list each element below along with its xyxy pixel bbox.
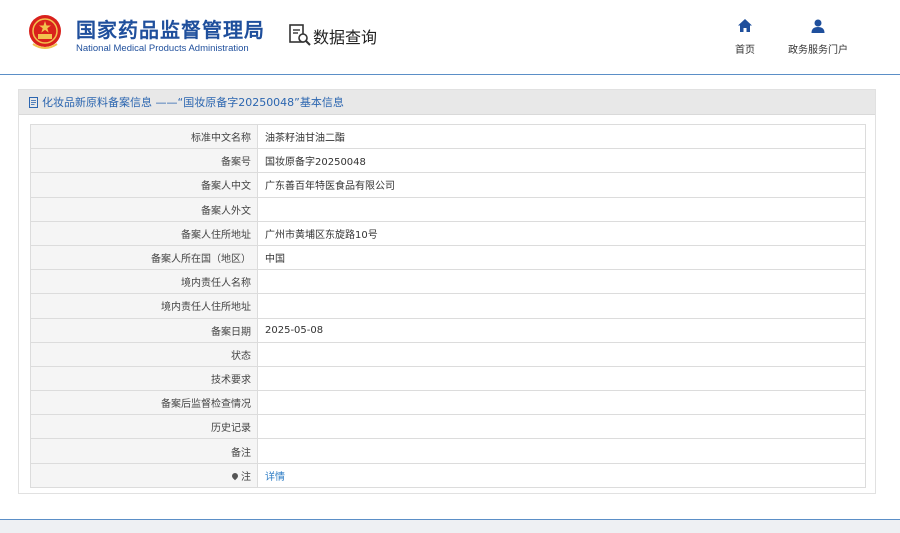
details-link[interactable]: 详情 — [265, 472, 285, 483]
note-label: 注 — [241, 471, 251, 483]
site-header: 国家药品监督管理局 National Medical Products Admi… — [0, 0, 900, 75]
table-row: 状态 — [30, 341, 866, 367]
nav-portal-label: 政务服务门户 — [788, 45, 848, 56]
row-label: 历史记录 — [30, 414, 258, 440]
row-label: 境内责任人名称 — [30, 269, 258, 295]
table-row: 备案人外文 — [30, 196, 866, 222]
row-label: 备案后监督检查情况 — [30, 390, 258, 416]
row-value — [257, 196, 866, 222]
note-row: 注 详情 — [30, 462, 866, 488]
document-search-icon — [289, 24, 311, 46]
row-value — [257, 438, 866, 464]
row-value: 油茶籽油甘油二酯 — [257, 123, 866, 150]
row-label: 备案人中文 — [30, 172, 258, 198]
table-row: 技术要求 — [30, 365, 866, 392]
row-value: 2025-05-08 — [257, 317, 866, 343]
row-label: 备案人所在国（地区） — [30, 244, 258, 271]
panel-title: 化妆品新原料备案信息 ——“国妆原备字20250048”基本信息 — [42, 96, 344, 109]
row-value: 中国 — [257, 244, 866, 271]
row-label: 备案号 — [30, 148, 258, 174]
row-label: 备案人住所地址 — [30, 220, 258, 246]
nav-home-link[interactable]: 首页 — [730, 18, 760, 57]
national-emblem-icon — [29, 15, 61, 49]
user-icon — [811, 19, 825, 33]
row-label: 境内责任人住所地址 — [30, 293, 258, 319]
footer-strip — [0, 519, 900, 533]
row-label: 状态 — [30, 341, 258, 367]
row-value — [257, 365, 866, 392]
table-row: 历史记录 — [30, 414, 866, 440]
row-label: 备案人外文 — [30, 196, 258, 222]
table-row: 备案后监督检查情况 — [30, 390, 866, 416]
document-icon — [29, 96, 38, 108]
table-row: 备案人住所地址 广州市黄埔区东旋路10号 — [30, 220, 866, 246]
row-value — [257, 293, 866, 319]
table-row: 备案号 国妆原备字20250048 — [30, 148, 866, 174]
table-row: 备案日期 2025-05-08 — [30, 317, 866, 343]
record-panel: 化妆品新原料备案信息 ——“国妆原备字20250048”基本信息 标准中文名称油… — [18, 89, 876, 494]
table-row: 备案人中文 广东善百年特医食品有限公司 — [30, 172, 866, 198]
home-icon — [738, 19, 752, 32]
row-label: 备案日期 — [30, 317, 258, 343]
table-row: 境内责任人住所地址 — [30, 293, 866, 319]
nav-home-label: 首页 — [735, 45, 755, 56]
nav-portal-link[interactable]: 政务服务门户 — [780, 18, 856, 57]
row-value — [257, 390, 866, 416]
note-value-cell: 详情 — [257, 462, 866, 488]
row-label: 备注 — [30, 438, 258, 464]
record-info-table: 标准中文名称 油茶籽油甘油二酯 备案号 国妆原备字20250048 备案人中文 广东善… — [30, 123, 866, 488]
row-value — [257, 269, 866, 295]
org-name-en: National Medical Products Administration — [76, 43, 249, 54]
table-row: 备注 — [30, 438, 866, 464]
panel-header: 化妆品新原料备案信息 ——“国妆原备字20250048”基本信息 — [19, 90, 875, 115]
row-value: 广州市黄埔区东旋路10号 — [257, 220, 866, 246]
table-row: 备案人所在国（地区） 中国 — [30, 244, 866, 271]
section-title: 数据查询 — [313, 28, 378, 47]
row-value — [257, 414, 866, 440]
row-value: 广东善百年特医食品有限公司 — [257, 172, 866, 198]
row-label: 技术要求 — [30, 365, 258, 392]
row-value — [257, 341, 866, 367]
table-row: 标准中文名称 油茶籽油甘油二酯 — [30, 123, 866, 150]
row-label: 标准中文名称 — [30, 123, 258, 150]
pin-icon — [230, 471, 240, 480]
org-name-cn: 国家药品监督管理局 — [76, 18, 265, 42]
row-value: 国妆原备字20250048 — [257, 148, 866, 174]
table-row: 境内责任人名称 — [30, 269, 866, 295]
note-label-cell: 注 — [30, 462, 258, 488]
